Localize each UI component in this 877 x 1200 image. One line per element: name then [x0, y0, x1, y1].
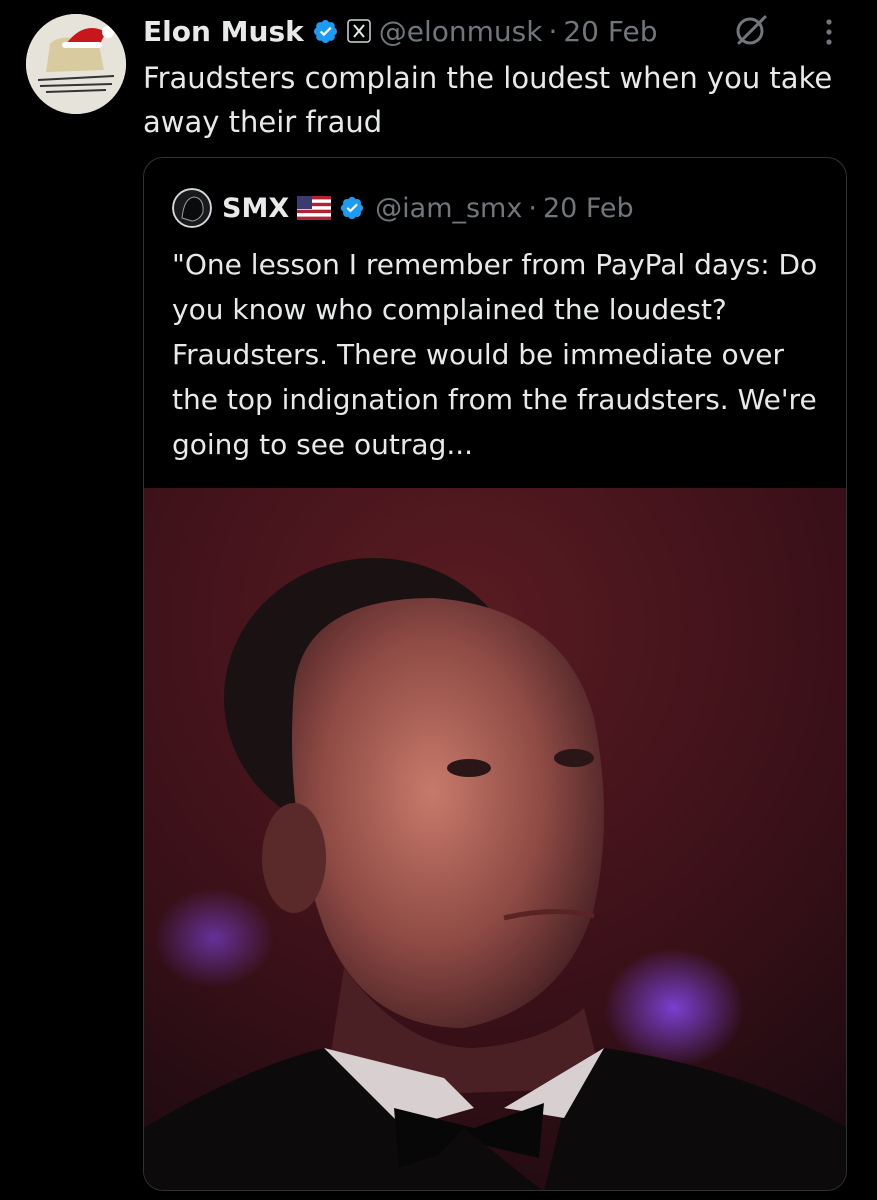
quoted-tweet-text: "One lesson I remember from PayPal days:… [172, 248, 818, 461]
quoted-author-name[interactable]: SMX [222, 193, 289, 224]
author-handle[interactable]: @elonmusk [379, 15, 543, 48]
more-options-icon[interactable] [814, 12, 844, 52]
tweet-date[interactable]: 20 Feb [563, 15, 657, 48]
quoted-tweet-date[interactable]: 20 Feb [543, 193, 634, 224]
quoted-tweet-card[interactable]: SMX @iam_smx · 20 Feb "One lesson I reme… [143, 157, 847, 1191]
quoted-separator: · [528, 192, 537, 224]
tweet-header: Elon Musk @elonmusk · 20 Feb [143, 10, 657, 52]
quoted-verified-badge-icon[interactable] [339, 195, 365, 221]
quoted-tweet-photo[interactable] [144, 488, 847, 1191]
quoted-author-handle[interactable]: @iam_smx [375, 193, 522, 224]
quoted-author-avatar[interactable] [172, 188, 212, 228]
x-affiliate-badge-icon[interactable] [346, 19, 371, 43]
author-avatar[interactable] [26, 14, 126, 114]
avatar-image [26, 14, 126, 114]
author-name[interactable]: Elon Musk [143, 15, 304, 48]
separator: · [548, 14, 558, 48]
tweet-text: Fraudsters complain the loudest when you… [143, 61, 833, 139]
quoted-tweet-header: SMX @iam_smx · 20 Feb [172, 188, 634, 228]
grok-icon[interactable] [733, 12, 769, 48]
us-flag-icon [297, 196, 332, 220]
verified-badge-icon[interactable] [312, 18, 339, 45]
